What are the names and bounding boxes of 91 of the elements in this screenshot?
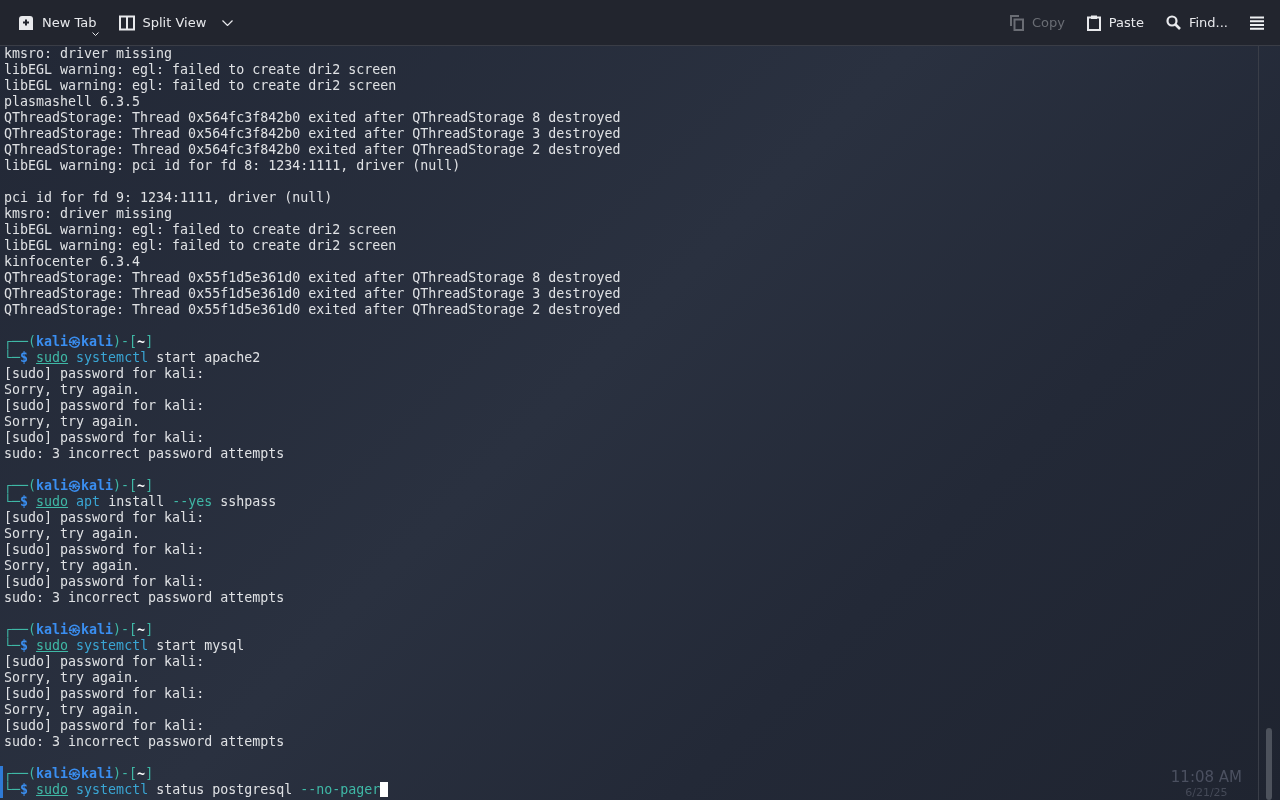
output-line: libEGL warning: egl: failed to create dri2 screen [4, 222, 397, 237]
output-line: [sudo] password for kali: [4, 718, 205, 733]
output-line: [sudo] password for kali: [4, 366, 205, 381]
new-tab-icon [18, 14, 34, 31]
split-view-icon [118, 14, 135, 31]
output-line: libEGL warning: egl: failed to create dri2 screen [4, 78, 397, 93]
paste-button[interactable]: Paste [1078, 8, 1152, 37]
command-argument: sshpass [220, 494, 277, 509]
prompt-directory: ~ [137, 766, 146, 781]
command-argument: apache2 [204, 350, 261, 365]
prompt-frame: ┌──( [4, 478, 37, 493]
sudo-keyword: sudo [36, 782, 69, 797]
command-argument: start [156, 350, 197, 365]
output-line: QThreadStorage: Thread 0x564fc3f842b0 exited after QThreadStorage 2 destroyed [4, 142, 621, 157]
output-line: [sudo] password for kali: [4, 654, 205, 669]
command-argument: status [156, 782, 205, 797]
prompt-frame: )-[ [113, 478, 138, 493]
command-argument: start [156, 638, 197, 653]
output-line: Sorry, try again. [4, 526, 141, 541]
output-line: plasmashell 6.3.5 [4, 94, 141, 109]
new-tab-button[interactable]: New Tab [10, 8, 105, 37]
output-line: libEGL warning: pci id for fd 8: 1234:1111, driver (null) [4, 158, 461, 173]
output-line: QThreadStorage: Thread 0x55f1d5e361d0 exited after QThreadStorage 8 destroyed [4, 270, 621, 285]
output-line: QThreadStorage: Thread 0x55f1d5e361d0 exited after QThreadStorage 2 destroyed [4, 302, 621, 317]
output-line: [sudo] password for kali: [4, 574, 205, 589]
prompt-frame: )-[ [113, 766, 138, 781]
command-argument: postgresql [212, 782, 293, 797]
prompt-frame: ┌──( [4, 766, 37, 781]
output-line: libEGL warning: egl: failed to create dri2 screen [4, 238, 397, 253]
prompt-frame: ┌──( [4, 622, 37, 637]
prompt-frame: ] [145, 478, 154, 493]
prompt-frame: ] [145, 622, 154, 637]
output-line: QThreadStorage: Thread 0x564fc3f842b0 exited after QThreadStorage 8 destroyed [4, 110, 621, 125]
command-option: --no-pager [300, 782, 381, 797]
output-line: Sorry, try again. [4, 558, 141, 573]
output-line: [sudo] password for kali: [4, 430, 205, 445]
command-name: systemctl [76, 638, 149, 653]
sudo-keyword: sudo [36, 638, 69, 653]
output-line: Sorry, try again. [4, 414, 141, 429]
output-line: sudo: 3 incorrect password attempts [4, 734, 285, 749]
output-line: Sorry, try again. [4, 670, 141, 685]
prompt-frame: └─ [4, 350, 20, 365]
output-line: kinfocenter 6.3.4 [4, 254, 141, 269]
command-argument: mysql [204, 638, 245, 653]
prompt-frame: ] [145, 334, 154, 349]
output-line: pci id for fd 9: 1234:1111, driver (null) [4, 190, 333, 205]
output-line: [sudo] password for kali: [4, 542, 205, 557]
prompt-sign: $ [20, 350, 29, 365]
prompt-user-host: kali㉿kali [36, 766, 114, 781]
command-name: systemctl [76, 782, 149, 797]
prompt-frame: )-[ [113, 622, 138, 637]
scrollbar-thumb[interactable] [1266, 728, 1272, 800]
output-line: QThreadStorage: Thread 0x564fc3f842b0 exited after QThreadStorage 3 destroyed [4, 126, 621, 141]
prompt-directory: ~ [137, 622, 146, 637]
output-line: Sorry, try again. [4, 382, 141, 397]
copy-icon [1009, 14, 1024, 31]
menu-icon [1250, 15, 1264, 30]
clipboard-icon [1086, 14, 1101, 31]
output-line: kmsro: driver missing [4, 46, 173, 61]
sudo-keyword: sudo [36, 350, 69, 365]
search-icon [1165, 15, 1181, 30]
output-line: [sudo] password for kali: [4, 398, 205, 413]
command-name: systemctl [76, 350, 149, 365]
prompt-frame: └─ [4, 494, 20, 509]
prompt-sign: $ [20, 494, 29, 509]
output-line: libEGL warning: egl: failed to create dri2 screen [4, 62, 397, 77]
command-name: apt [76, 494, 101, 509]
split-view-button[interactable]: Split View [110, 8, 242, 37]
output-line: sudo: 3 incorrect password attempts [4, 446, 285, 461]
prompt-frame: └─ [4, 638, 20, 653]
output-line: QThreadStorage: Thread 0x55f1d5e361d0 exited after QThreadStorage 3 destroyed [4, 286, 621, 301]
prompt-user-host: kali㉿kali [36, 478, 114, 493]
output-line: kmsro: driver missing [4, 206, 173, 221]
find-button[interactable]: Find... [1157, 9, 1236, 36]
prompt-user-host: kali㉿kali [36, 334, 114, 349]
sudo-keyword: sudo [36, 494, 69, 509]
prompt-frame: ] [145, 766, 154, 781]
output-line: [sudo] password for kali: [4, 510, 205, 525]
prompt-sign: $ [20, 638, 29, 653]
prompt-frame: └─ [4, 782, 20, 797]
command-option: --yes [172, 494, 213, 509]
output-line: sudo: 3 incorrect password attempts [4, 590, 285, 605]
output-line: [sudo] password for kali: [4, 686, 205, 701]
prompt-frame: ┌──( [4, 334, 37, 349]
prompt-user-host: kali㉿kali [36, 622, 114, 637]
command-argument: install [108, 494, 165, 509]
prompt-frame: )-[ [113, 334, 138, 349]
prompt-directory: ~ [137, 334, 146, 349]
prompt-sign: $ [20, 782, 29, 797]
prompt-directory: ~ [137, 478, 146, 493]
output-line: Sorry, try again. [4, 702, 141, 717]
